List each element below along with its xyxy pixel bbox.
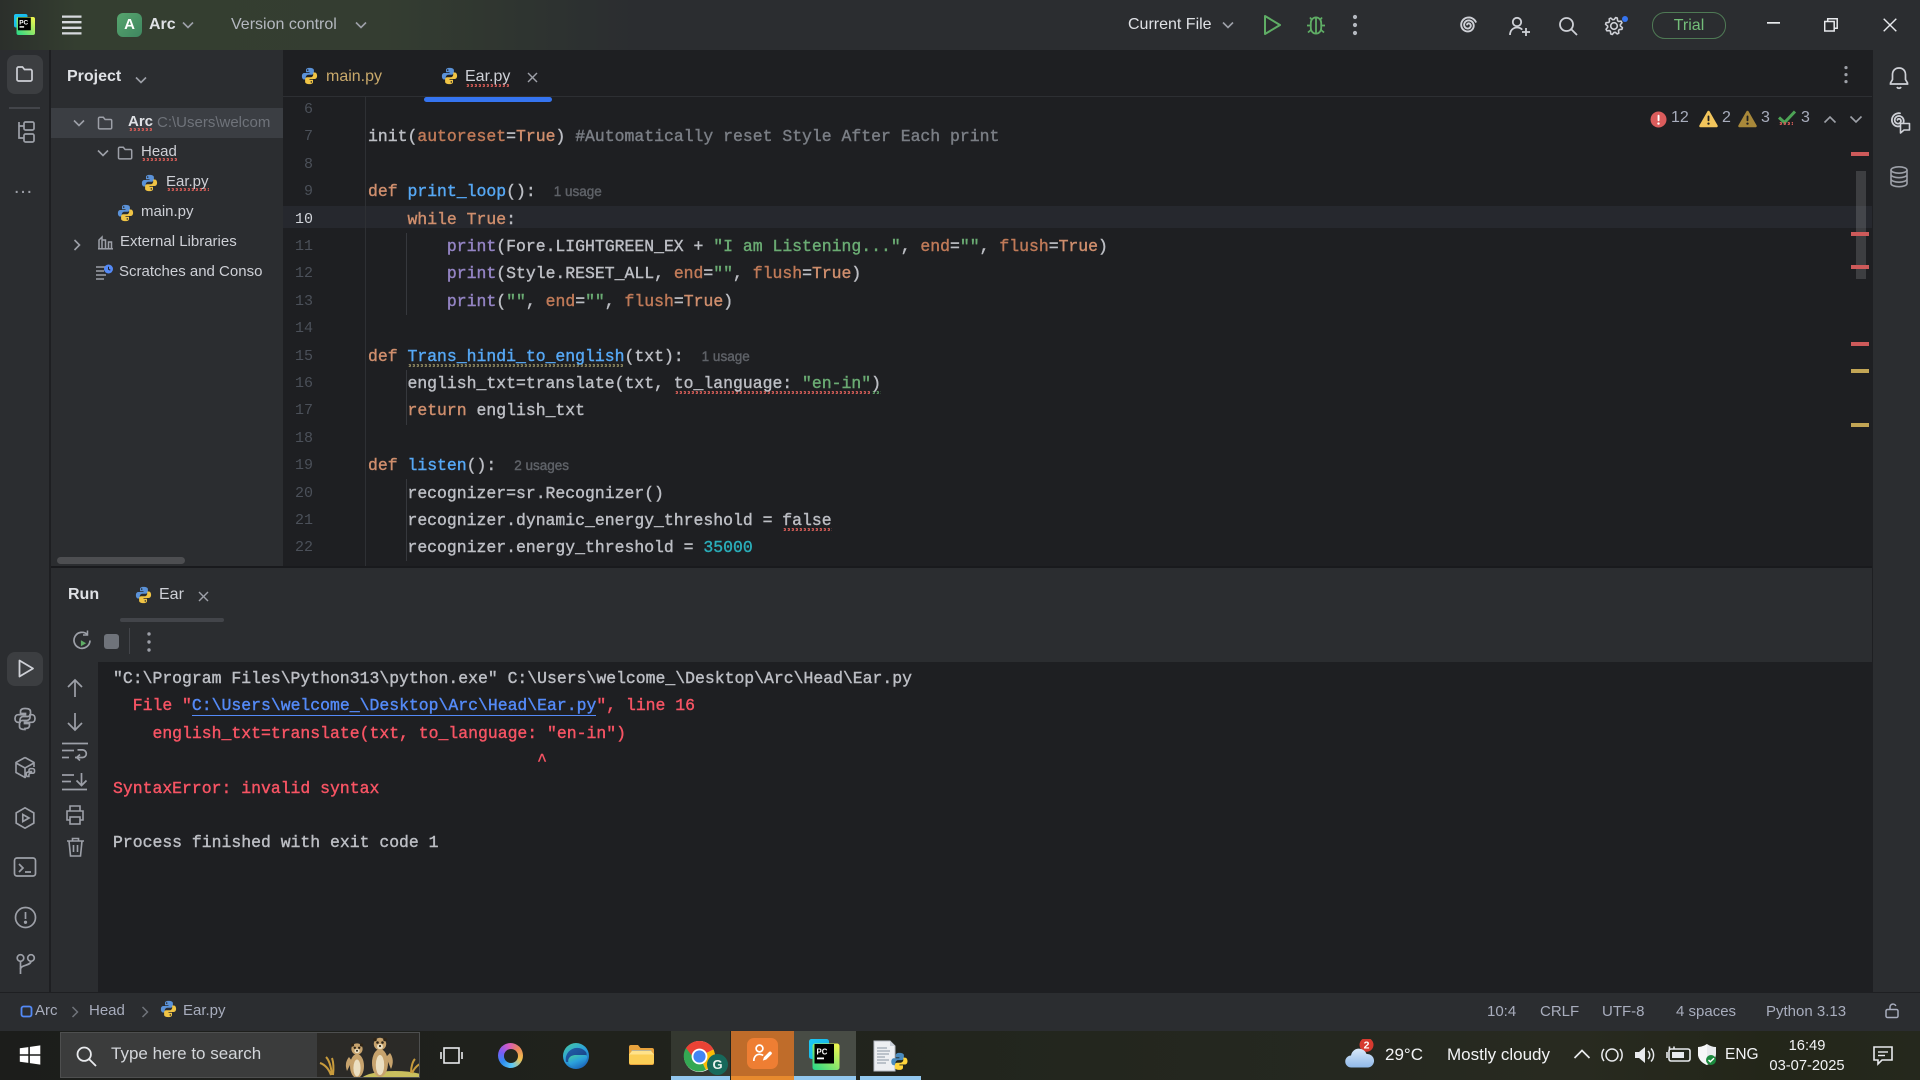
svg-text:2: 2	[1364, 1040, 1370, 1052]
svg-text:PC: PC	[19, 19, 28, 26]
svg-text:PC: PC	[817, 1048, 828, 1057]
